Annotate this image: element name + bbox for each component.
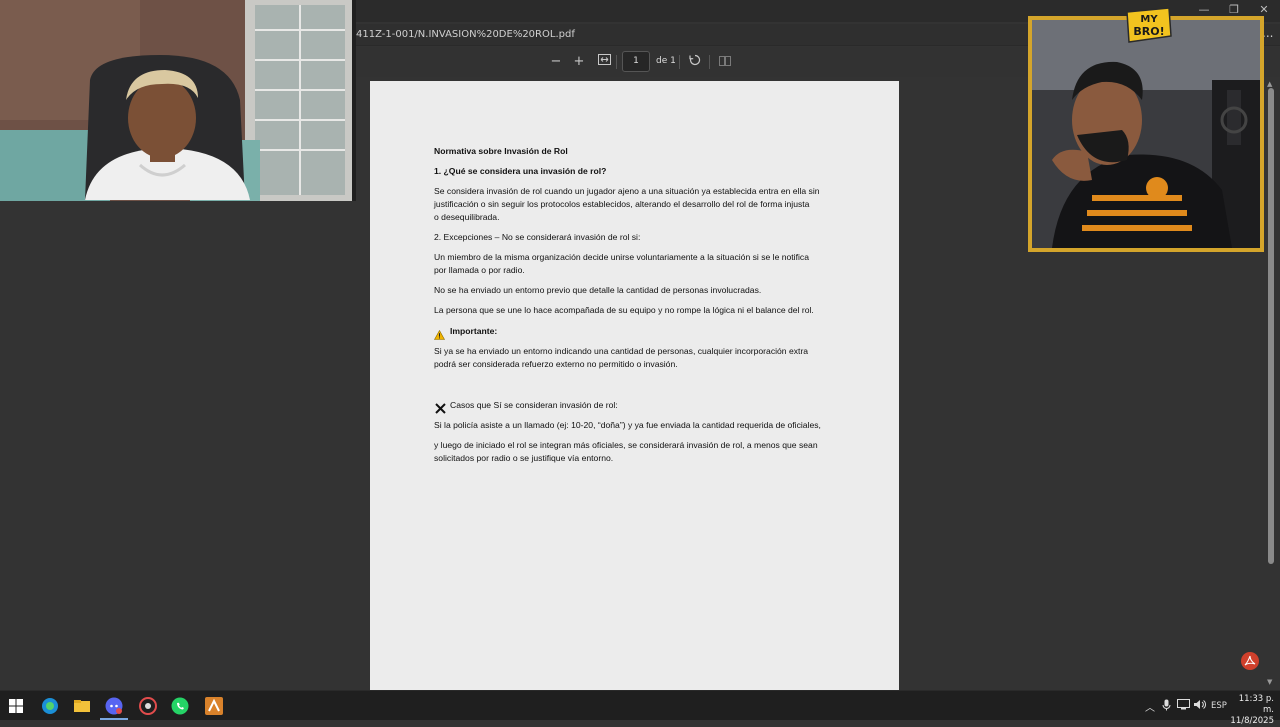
network-icon[interactable]: [1177, 699, 1190, 713]
webcam-overlay-right: [1028, 16, 1264, 252]
scroll-up-icon[interactable]: ▲: [1267, 80, 1272, 88]
webcam-overlay-left: [0, 0, 356, 201]
system-clock[interactable]: 11:33 p. m. 11/8/2025: [1230, 694, 1274, 727]
toolbar-separator: [616, 55, 617, 69]
zoom-in-button[interactable]: +: [572, 53, 586, 71]
section-heading: 1. ¿Qué se considera una invasión de rol…: [434, 166, 607, 176]
paragraph-line: y luego de iniciado el rol se integran m…: [434, 440, 818, 450]
acrobat-icon[interactable]: [1241, 652, 1259, 670]
document-title: Normativa sobre Invasión de Rol: [434, 146, 568, 156]
paragraph-line: solicitados por radio o se justifique ví…: [434, 453, 614, 463]
close-icon[interactable]: ✕: [1256, 3, 1272, 16]
paragraph-line: No se ha enviado un entorno previo que d…: [434, 285, 762, 295]
paragraph-line: Un miembro de la misma organización deci…: [434, 252, 809, 262]
zoom-out-button[interactable]: −: [549, 53, 563, 71]
edge-browser-icon[interactable]: [40, 696, 60, 716]
restore-icon[interactable]: ❐: [1226, 3, 1242, 16]
clock-time: 11:33 p. m.: [1238, 694, 1274, 715]
fit-page-icon[interactable]: [596, 53, 612, 71]
microphone-icon[interactable]: [1162, 699, 1171, 714]
my-bro-badge: MY BRO!: [1123, 6, 1173, 44]
minimize-icon[interactable]: —: [1196, 3, 1212, 16]
section-heading: Casos que Sí se consideran invasión de r…: [450, 400, 618, 410]
volume-icon[interactable]: [1193, 699, 1206, 713]
show-hidden-icons-icon[interactable]: ︿: [1145, 699, 1155, 714]
discord-icon[interactable]: [104, 696, 124, 716]
paragraph-line: justificación o sin seguir los protocolo…: [434, 199, 810, 209]
paragraph-line: Si la policía asiste a un llamado (ej: 1…: [434, 420, 821, 430]
page-count-label: de 1: [656, 56, 676, 66]
file-explorer-icon[interactable]: [72, 696, 92, 716]
scroll-down-icon[interactable]: ▼: [1267, 678, 1272, 686]
app-icon-red-circle[interactable]: [138, 696, 158, 716]
paragraph-line: Si ya se ha enviado un entorno indicando…: [434, 346, 809, 356]
url-text[interactable]: 411Z-1-001/N.INVASION%20DE%20ROL.pdf: [356, 29, 575, 40]
app-icon-orange[interactable]: [204, 696, 224, 716]
streamer-camera-image: [0, 0, 356, 201]
warning-icon: [433, 325, 446, 344]
toolbar-separator: [679, 55, 680, 69]
paragraph-line: Se considera invasión de rol cuando un j…: [434, 186, 820, 196]
toolbar-separator: [709, 55, 710, 69]
important-label: Importante:: [450, 326, 498, 336]
badge-text-line1: MY: [1140, 14, 1158, 25]
whatsapp-icon[interactable]: [170, 696, 190, 716]
paragraph-line: por llamada o por radio.: [434, 265, 525, 275]
paragraph-line: podrá ser considerada refuerzo externo n…: [434, 359, 678, 369]
cross-mark-icon: [435, 399, 446, 418]
input-language-indicator[interactable]: ESP: [1211, 701, 1227, 711]
page-number-input[interactable]: 1: [622, 51, 650, 72]
rotate-icon[interactable]: [688, 54, 702, 72]
windows-taskbar: ︿ ESP 11:33 p. m. 11/8/2025: [0, 690, 1280, 726]
paragraph-line: La persona que se une lo hace acompañada…: [434, 305, 814, 315]
guest-camera-image: [1032, 20, 1260, 248]
vertical-scrollbar[interactable]: [1268, 88, 1274, 564]
paragraph-line: o desequilibrada.: [434, 212, 500, 222]
page-view-icon[interactable]: [718, 54, 732, 72]
clock-date: 11/8/2025: [1230, 716, 1274, 726]
windows-start-icon[interactable]: [8, 696, 28, 716]
section-heading: 2. Excepciones – No se considerará invas…: [434, 232, 641, 242]
badge-text-line2: BRO!: [1133, 25, 1164, 38]
